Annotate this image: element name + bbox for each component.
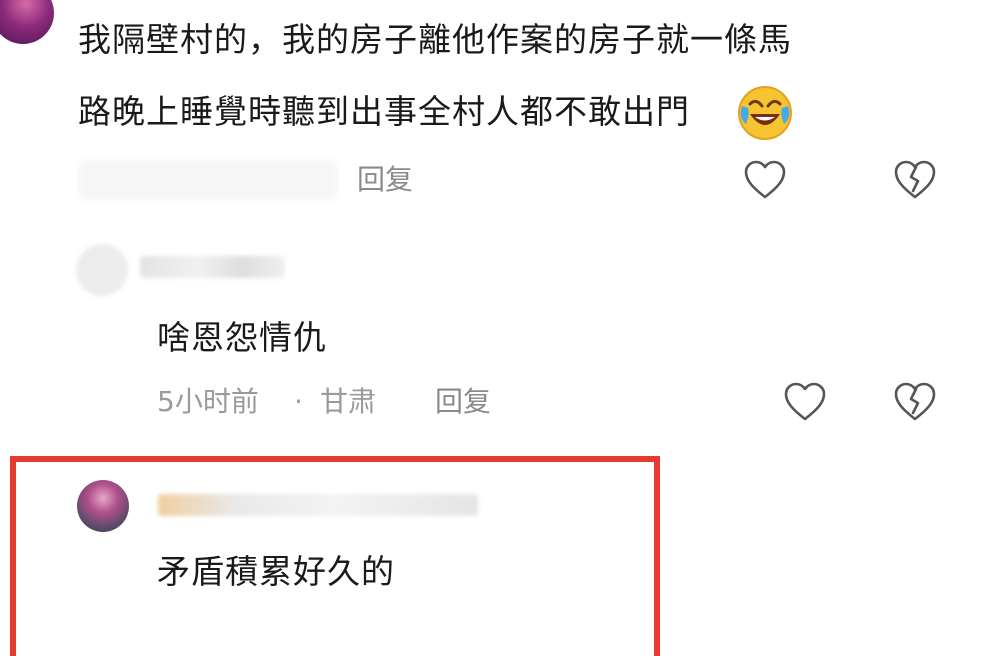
laughing-crying-emoji-icon: [736, 84, 794, 142]
broken-heart-icon: [894, 382, 936, 421]
reply-button[interactable]: 回复: [435, 384, 491, 420]
reply-button[interactable]: 回复: [357, 162, 413, 198]
meta-separator: ·: [294, 385, 303, 418]
comment-text: 矛盾積累好久的: [157, 552, 395, 591]
avatar[interactable]: [0, 0, 54, 44]
heart-outline-icon: [784, 382, 826, 421]
comment-time: 5小时前: [157, 385, 259, 418]
broken-heart-icon: [894, 160, 936, 199]
comment-location: 甘肃: [320, 385, 377, 418]
comment-text-line-1: 我隔壁村的，我的房子離他作案的房子就一條馬: [78, 20, 792, 59]
comment-text-line-2: 路晚上睡覺時聽到出事全村人都不敢出門: [78, 92, 690, 131]
dislike-button[interactable]: [892, 158, 938, 202]
blurred-username: [158, 494, 478, 516]
like-button[interactable]: [742, 158, 788, 202]
blurred-meta: [78, 160, 338, 200]
avatar[interactable]: [77, 480, 129, 532]
like-button[interactable]: [782, 380, 828, 424]
avatar[interactable]: [76, 244, 128, 296]
blurred-username: [140, 256, 285, 278]
comment-text: 啥恩怨情仇: [157, 318, 327, 357]
heart-outline-icon: [744, 160, 786, 199]
dislike-button[interactable]: [892, 380, 938, 424]
